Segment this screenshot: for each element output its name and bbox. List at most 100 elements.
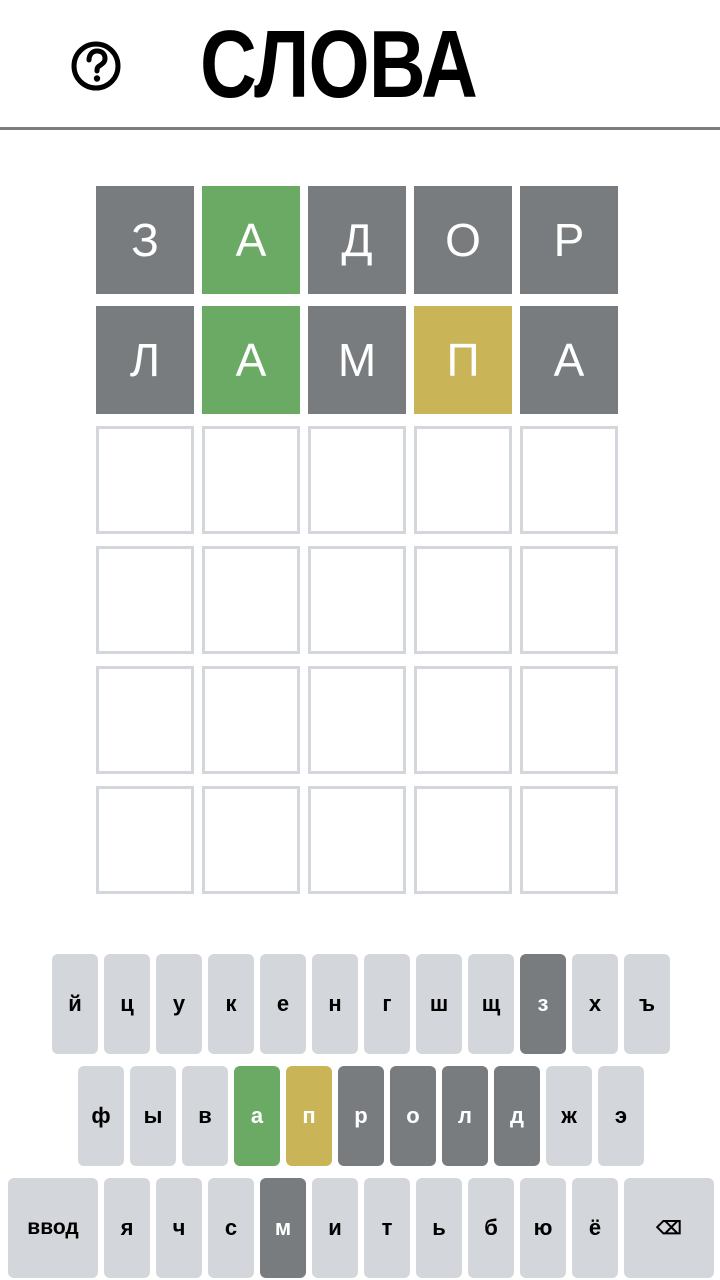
letter-tile: Д bbox=[308, 186, 406, 294]
keyboard-row: ввод я ч с м и т ь б ю ё ⌫ bbox=[0, 1178, 720, 1278]
letter-tile: О bbox=[414, 186, 512, 294]
empty-tile bbox=[308, 546, 406, 654]
empty-tile bbox=[96, 426, 194, 534]
letter-key[interactable]: о bbox=[390, 1066, 436, 1166]
letter-key[interactable]: ф bbox=[78, 1066, 124, 1166]
key-label: ввод bbox=[27, 1216, 79, 1239]
key-label: д bbox=[510, 1103, 524, 1128]
backspace-key[interactable]: ⌫ bbox=[624, 1178, 714, 1278]
key-label: х bbox=[588, 991, 602, 1016]
key-label: ю bbox=[533, 1215, 553, 1240]
letter-key[interactable]: я bbox=[104, 1178, 150, 1278]
empty-tile bbox=[520, 546, 618, 654]
letter-key[interactable]: т bbox=[364, 1178, 410, 1278]
empty-tile bbox=[202, 546, 300, 654]
letter-key[interactable]: г bbox=[364, 954, 410, 1054]
letter-tile: Л bbox=[96, 306, 194, 414]
letter-tile: М bbox=[308, 306, 406, 414]
letter-key[interactable]: м bbox=[260, 1178, 306, 1278]
board-row: ЛАМПА bbox=[96, 306, 622, 414]
letter-key[interactable]: ъ bbox=[624, 954, 670, 1054]
key-label: б bbox=[484, 1215, 498, 1240]
empty-tile bbox=[202, 786, 300, 894]
board-row bbox=[96, 426, 622, 534]
empty-tile bbox=[520, 666, 618, 774]
key-label: ц bbox=[120, 991, 134, 1016]
key-label: в bbox=[198, 1103, 212, 1128]
key-label: ё bbox=[588, 1215, 602, 1240]
empty-tile bbox=[414, 426, 512, 534]
board-row bbox=[96, 666, 622, 774]
letter-key[interactable]: ш bbox=[416, 954, 462, 1054]
empty-tile bbox=[202, 426, 300, 534]
letter-key[interactable]: ц bbox=[104, 954, 150, 1054]
app-header: СЛОВА bbox=[0, 0, 720, 130]
letter-key[interactable]: п bbox=[286, 1066, 332, 1166]
letter-key[interactable]: в bbox=[182, 1066, 228, 1166]
key-label: н bbox=[328, 991, 342, 1016]
empty-tile bbox=[96, 786, 194, 894]
letter-key[interactable]: э bbox=[598, 1066, 644, 1166]
empty-tile bbox=[96, 666, 194, 774]
question-circle-icon bbox=[71, 41, 121, 91]
letter-key[interactable]: а bbox=[234, 1066, 280, 1166]
letter-tile: Р bbox=[520, 186, 618, 294]
empty-tile bbox=[308, 666, 406, 774]
empty-tile bbox=[308, 426, 406, 534]
empty-tile bbox=[414, 786, 512, 894]
key-label: е bbox=[276, 991, 290, 1016]
letter-key[interactable]: к bbox=[208, 954, 254, 1054]
key-label: й bbox=[68, 991, 82, 1016]
letter-key[interactable]: й bbox=[52, 954, 98, 1054]
enter-key[interactable]: ввод bbox=[8, 1178, 98, 1278]
letter-key[interactable]: ы bbox=[130, 1066, 176, 1166]
letter-tile: З bbox=[96, 186, 194, 294]
empty-tile bbox=[202, 666, 300, 774]
key-label: а bbox=[250, 1103, 264, 1128]
key-label: с bbox=[224, 1215, 238, 1240]
key-label: я bbox=[120, 1215, 134, 1240]
backspace-icon: ⌫ bbox=[656, 1217, 682, 1238]
letter-key[interactable]: у bbox=[156, 954, 202, 1054]
letter-key[interactable]: ё bbox=[572, 1178, 618, 1278]
letter-key[interactable]: ю bbox=[520, 1178, 566, 1278]
board-row bbox=[96, 546, 622, 654]
keyboard-row: й цук е н гшщз х ъ bbox=[0, 954, 720, 1054]
key-label: г bbox=[382, 991, 392, 1016]
letter-key[interactable]: р bbox=[338, 1066, 384, 1166]
letter-key[interactable]: з bbox=[520, 954, 566, 1054]
letter-key[interactable]: с bbox=[208, 1178, 254, 1278]
letter-key[interactable]: д bbox=[494, 1066, 540, 1166]
empty-tile bbox=[308, 786, 406, 894]
letter-key[interactable]: б bbox=[468, 1178, 514, 1278]
key-label: и bbox=[328, 1215, 342, 1240]
key-label: о bbox=[406, 1103, 420, 1128]
letter-key[interactable]: л bbox=[442, 1066, 488, 1166]
key-label: л bbox=[458, 1103, 472, 1128]
key-label: ь bbox=[432, 1215, 446, 1240]
letter-key[interactable]: и bbox=[312, 1178, 358, 1278]
letter-key[interactable]: н bbox=[312, 954, 358, 1054]
letter-key[interactable]: е bbox=[260, 954, 306, 1054]
key-label: т bbox=[381, 1215, 393, 1240]
letter-key[interactable]: х bbox=[572, 954, 618, 1054]
key-label: ъ bbox=[638, 991, 656, 1016]
board-row: ЗАДОР bbox=[96, 186, 622, 294]
page-title: СЛОВА bbox=[200, 11, 478, 118]
key-label: з bbox=[537, 991, 549, 1016]
key-label: к bbox=[225, 991, 237, 1016]
letter-key[interactable]: ч bbox=[156, 1178, 202, 1278]
letter-key[interactable]: ж bbox=[546, 1066, 592, 1166]
keyboard-row: фыв апро л джэ bbox=[0, 1066, 720, 1166]
help-button[interactable] bbox=[70, 40, 122, 92]
letter-key[interactable]: щ bbox=[468, 954, 514, 1054]
letter-key[interactable]: ь bbox=[416, 1178, 462, 1278]
letter-tile: А bbox=[202, 186, 300, 294]
empty-tile bbox=[520, 426, 618, 534]
key-label: ч bbox=[172, 1215, 186, 1240]
empty-tile bbox=[520, 786, 618, 894]
board-row bbox=[96, 786, 622, 894]
empty-tile bbox=[414, 666, 512, 774]
letter-tile: А bbox=[520, 306, 618, 414]
letter-tile: П bbox=[414, 306, 512, 414]
